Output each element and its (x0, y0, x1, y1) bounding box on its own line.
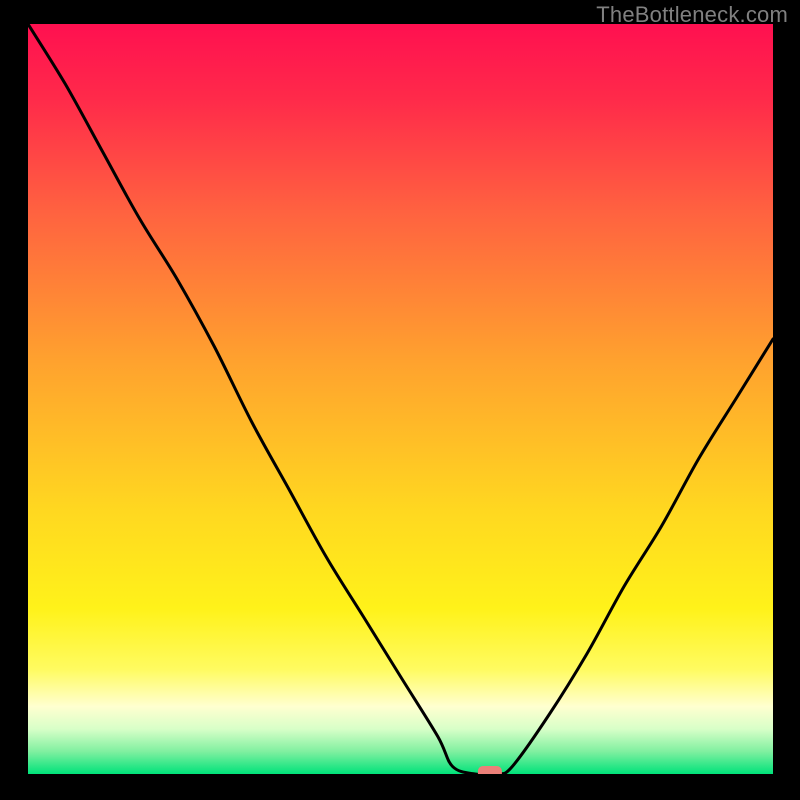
chart-frame: { "watermark": "TheBottleneck.com", "col… (0, 0, 800, 800)
optimal-marker (478, 766, 502, 774)
bottleneck-chart (28, 24, 773, 774)
watermark-text: TheBottleneck.com (596, 2, 788, 28)
plot-background (28, 24, 773, 774)
